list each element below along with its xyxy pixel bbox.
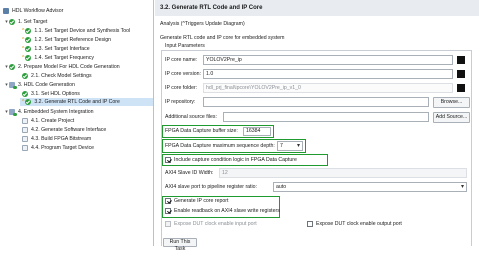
task-panel: 3.2. Generate RTL Code and IP Core Analy…: [155, 0, 479, 252]
indicator-icon: [457, 56, 465, 64]
tree-item-4-2[interactable]: 4.2. Generate Software Interface: [22, 126, 106, 134]
workflow-tree-panel: HDL Workflow Advisor ▾ 1. Set Target ^ 1…: [0, 0, 154, 246]
tree-item-label: 1.1. Set Target Device and Synthesis Too…: [34, 28, 131, 34]
warning-icon: ^: [22, 46, 25, 52]
expose-enable-input-label: Expose DUT clock enable input port: [174, 221, 257, 227]
tree-root[interactable]: HDL Workflow Advisor: [3, 7, 63, 15]
fpga-buffer-size-field[interactable]: 16384: [243, 127, 271, 136]
include-capture-label: Include capture condition logic in FPGA …: [174, 157, 297, 163]
check-icon: [25, 55, 32, 61]
add-source-button[interactable]: Add Source...: [433, 112, 470, 123]
tree-item-4-3[interactable]: 4.3. Build FPGA Bitstream: [22, 135, 91, 143]
task-icon: [22, 136, 28, 142]
warning-icon: ^: [22, 99, 25, 105]
tree-item-label: 4.4. Program Target Device: [31, 145, 95, 151]
check-icon: [25, 37, 32, 43]
fpga-sequence-depth-dropdown[interactable]: 7: [277, 141, 303, 151]
tree-item-label: 1.3. Set Target Interface: [34, 46, 90, 52]
ip-core-name-field[interactable]: YOLOV2Pre_ip: [203, 55, 453, 65]
check-icon: [25, 28, 32, 34]
tree-item-label: 4. Embedded System Integration: [18, 109, 94, 115]
expose-enable-output-checkbox[interactable]: [307, 221, 313, 227]
ip-core-folder-field: hdl_prj_final\ipcore\YOLOV2Pre_ip_v1_0: [203, 83, 453, 93]
tree-root-label: HDL Workflow Advisor: [12, 8, 64, 14]
axi4-pipeline-dropdown[interactable]: auto: [273, 182, 467, 192]
axi4-id-width-field: 12: [219, 168, 467, 178]
analysis-label: Analysis (^Triggers Update Diagram): [160, 21, 245, 27]
tree-item-label: 1.2. Set Target Reference Design: [34, 37, 111, 43]
tree-item-label: 4.1. Create Project: [31, 118, 75, 124]
tree-item-3[interactable]: ▾ 3. HDL Code Generation: [4, 81, 75, 89]
expose-enable-output-label: Expose DUT clock enable output port: [316, 221, 402, 227]
ip-core-name-label: IP core name:: [165, 57, 198, 63]
input-parameters-label: Input Parameters: [165, 43, 205, 49]
tree-item-label: 1.4. Set Target Frequency: [34, 55, 94, 61]
tree-item-1-4[interactable]: ^ 1.4. Set Target Frequency: [22, 54, 94, 62]
indicator-icon: [457, 70, 465, 78]
tree-item-label: 2.1. Check Model Settings: [31, 73, 92, 79]
tree-item-1-1[interactable]: ^ 1.1. Set Target Device and Synthesis T…: [22, 27, 130, 35]
check-icon: [9, 64, 15, 70]
task-description: Generate RTL code and IP core for embedd…: [160, 35, 285, 41]
panel-title: 3.2. Generate RTL Code and IP Core: [155, 0, 479, 16]
tree-item-label: 4.3. Build FPGA Bitstream: [31, 136, 92, 142]
tree-item-label: 4.2. Generate Software Interface: [31, 127, 107, 133]
generate-report-checkbox[interactable]: [165, 198, 171, 204]
tree-item-4-1[interactable]: 4.1. Create Project: [22, 117, 74, 125]
axi4-id-width-label: AXI4 Slave ID Width:: [165, 170, 214, 176]
tree-item-label: 3.1. Set HDL Options: [31, 91, 80, 97]
check-icon: [22, 73, 28, 79]
warning-icon: ^: [22, 55, 25, 61]
folder-icon: [9, 109, 17, 116]
tree-item-4[interactable]: ▾ 4. Embedded System Integration: [4, 108, 94, 116]
ip-repository-field[interactable]: [203, 97, 429, 107]
check-icon: [25, 99, 32, 105]
ip-repository-label: IP repository:: [165, 99, 196, 105]
tree-item-label: 3. HDL Code Generation: [18, 82, 75, 88]
include-capture-checkbox[interactable]: [165, 157, 171, 163]
ip-core-folder-label: IP core folder:: [165, 85, 198, 91]
warning-icon: ^: [22, 28, 25, 34]
additional-source-files-label: Additional source files:: [165, 114, 217, 120]
enable-readback-checkbox[interactable]: [165, 208, 171, 214]
enable-readback-label: Enable readback on AXI4 slave write regi…: [174, 208, 280, 214]
tree-item-3-1[interactable]: 3.1. Set HDL Options: [22, 90, 80, 98]
tree-item-2[interactable]: ▾ 2. Prepare Model For HDL Code Generati…: [4, 63, 120, 71]
task-icon: [22, 145, 28, 151]
folder-icon: [9, 82, 17, 89]
axi4-pipeline-label: AXI4 slave port to pipeline register rat…: [165, 184, 257, 190]
ip-core-version-field[interactable]: 1.0: [203, 69, 453, 79]
check-icon: [22, 91, 28, 97]
ip-core-version-label: IP core version:: [165, 71, 201, 77]
tree-item-label: 2. Prepare Model For HDL Code Generation: [18, 64, 120, 70]
check-icon: [25, 46, 32, 52]
tree-item-1[interactable]: ▾ 1. Set Target: [4, 18, 47, 26]
additional-source-files-field[interactable]: [223, 112, 429, 122]
task-icon: [22, 127, 28, 133]
tree-item-2-1[interactable]: 2.1. Check Model Settings: [22, 72, 92, 80]
tree-item-label: 3.2. Generate RTL Code and IP Core: [34, 99, 120, 105]
tree-item-1-3[interactable]: ^ 1.3. Set Target Interface: [22, 45, 90, 53]
check-icon: [9, 19, 15, 25]
tree-item-4-4[interactable]: 4.4. Program Target Device: [22, 144, 94, 152]
fpga-buffer-size-label: FPGA Data Capture buffer size:: [165, 128, 238, 134]
workflow-icon: [3, 8, 9, 14]
expose-enable-input-checkbox[interactable]: [165, 221, 171, 227]
browse-button[interactable]: Browse...: [433, 97, 470, 108]
warning-icon: ^: [22, 37, 25, 43]
fpga-sequence-depth-label: FPGA Data Capture maximum sequence depth…: [165, 143, 275, 149]
indicator-icon: [457, 84, 465, 92]
task-icon: [22, 118, 28, 124]
tree-item-3-2[interactable]: ^ 3.2. Generate RTL Code and IP Core: [20, 98, 153, 106]
tree-item-label: 1. Set Target: [18, 19, 48, 25]
tree-item-1-2[interactable]: ^ 1.2. Set Target Reference Design: [22, 36, 111, 44]
generate-report-label: Generate IP core report: [174, 198, 229, 204]
